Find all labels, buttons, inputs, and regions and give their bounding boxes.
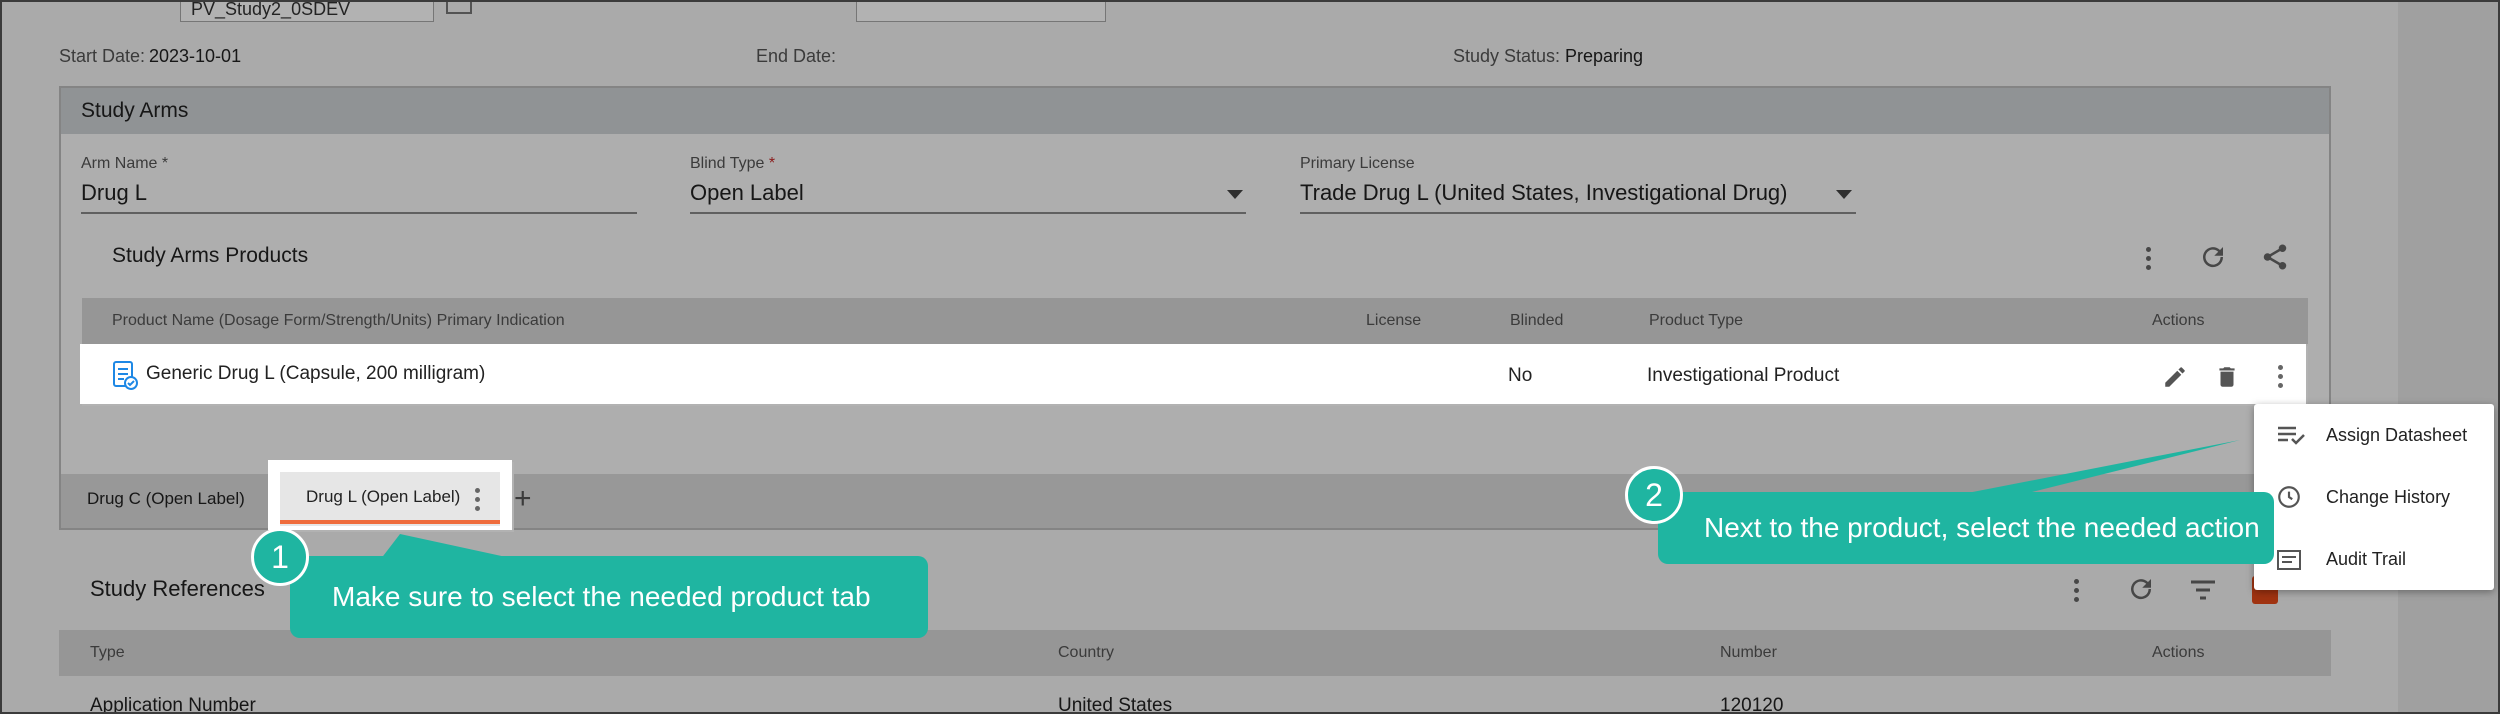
- callout-2: Next to the product, select the needed a…: [1658, 492, 2274, 564]
- callout-1-badge: 1: [251, 528, 309, 586]
- callout-2-badge: 2: [1625, 466, 1683, 524]
- callout-1-text: Make sure to select the needed product t…: [332, 581, 871, 612]
- callout-1: Make sure to select the needed product t…: [290, 556, 928, 638]
- callout-2-text: Next to the product, select the needed a…: [1704, 512, 2260, 543]
